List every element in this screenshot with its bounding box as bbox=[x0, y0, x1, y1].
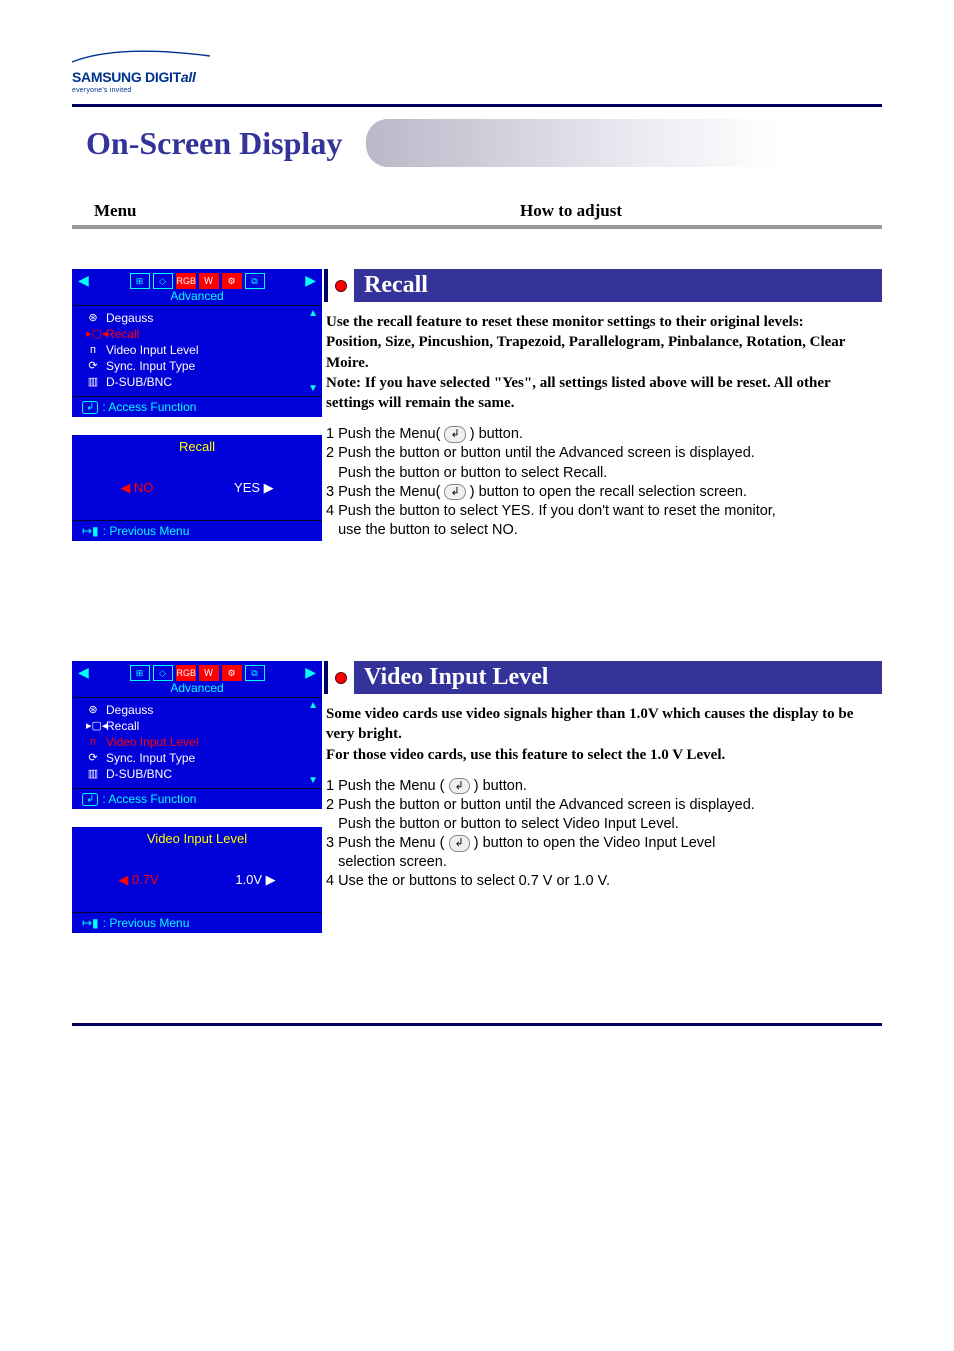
bottom-divider bbox=[72, 1023, 882, 1026]
section-video-input-level: ◀ ⊞ ◇ RGB Ｗ ⚙ ⧉ ▶ Advanced ▲ ⊛Degauss ▸▢ bbox=[72, 661, 882, 933]
osd-item-dsub-bnc: D-SUB/BNC bbox=[106, 766, 172, 782]
degauss-icon: ⊛ bbox=[86, 310, 100, 326]
osd-item-recall: Recall bbox=[106, 718, 139, 734]
degauss-icon: ⊛ bbox=[86, 702, 100, 718]
osd-item-video-input: Video Input Level bbox=[106, 342, 199, 358]
info-icon: ⧉ bbox=[245, 273, 265, 289]
osd-vil-options: ◀ 0.7V 1.0V ▶ bbox=[72, 848, 322, 912]
osd-item-video-input: Video Input Level bbox=[106, 734, 199, 750]
osd-item-degauss: Degauss bbox=[106, 310, 153, 326]
osd-panel-advanced-recall: ◀ ⊞ ◇ RGB Ｗ ⚙ ⧉ ▶ Advanced ▲ ⊛Degauss ▸▢ bbox=[72, 269, 322, 417]
arrow-right-icon: ▶ bbox=[305, 272, 316, 289]
osd-icon-row: ◀ ⊞ ◇ RGB Ｗ ⚙ ⧉ ▶ bbox=[72, 661, 322, 681]
position-icon: ⊞ bbox=[130, 273, 150, 289]
enter-key-icon: ↲ bbox=[82, 793, 98, 806]
vil-description: Some video cards use video signals highe… bbox=[324, 698, 882, 777]
osd-category-label: Advanced bbox=[72, 681, 322, 697]
screen-icon: Ｗ bbox=[199, 273, 219, 289]
bullet-icon bbox=[335, 280, 347, 292]
arrow-right-icon: ▶ bbox=[305, 664, 316, 681]
recall-yes-option: YES ▶ bbox=[234, 480, 274, 496]
advanced-icon: ⚙ bbox=[222, 665, 242, 681]
video-level-icon: ᴨ bbox=[86, 342, 100, 358]
exit-key-icon: ↦▮ bbox=[82, 524, 99, 538]
osd-panel-vil-select: Video Input Level ◀ 0.7V 1.0V ▶ ↦▮ : Pre… bbox=[72, 827, 322, 933]
osd-category-label: Advanced bbox=[72, 289, 322, 305]
bullet-icon bbox=[335, 672, 347, 684]
exit-key-icon: ↦▮ bbox=[82, 916, 99, 930]
column-headers: Menu How to adjust bbox=[72, 197, 882, 229]
brand-logo: SAMSUNG DIGITall everyone's invited bbox=[72, 50, 882, 94]
vil-07v-option: ◀ 0.7V bbox=[118, 872, 158, 888]
size-icon: ◇ bbox=[153, 665, 173, 681]
sync-type-icon: ⟳ bbox=[86, 750, 100, 766]
recall-description: Use the recall feature to reset these mo… bbox=[324, 306, 882, 425]
title-bar: On-Screen Display bbox=[72, 119, 882, 167]
enter-key-icon: ↲ bbox=[449, 778, 470, 795]
osd-footer-prev: ↦▮ : Previous Menu bbox=[72, 912, 322, 933]
osd-item-sync-type: Sync. Input Type bbox=[106, 358, 195, 374]
feature-title: Video Input Level bbox=[354, 661, 882, 694]
recall-no-option: ◀ NO bbox=[120, 480, 153, 496]
enter-key-icon: ↲ bbox=[444, 484, 465, 501]
advanced-icon: ⚙ bbox=[222, 273, 242, 289]
osd-item-degauss: Degauss bbox=[106, 702, 153, 718]
page: SAMSUNG DIGITall everyone's invited On-S… bbox=[0, 0, 954, 1066]
video-level-icon: ᴨ bbox=[86, 734, 100, 750]
top-divider bbox=[72, 104, 882, 107]
page-title: On-Screen Display bbox=[86, 125, 342, 162]
feature-header-recall: Recall bbox=[324, 269, 882, 302]
enter-key-icon: ↲ bbox=[444, 426, 465, 443]
osd-footer-prev: ↦▮ : Previous Menu bbox=[72, 520, 322, 541]
dsub-bnc-icon: ▥ bbox=[86, 766, 100, 782]
osd-item-dsub-bnc: D-SUB/BNC bbox=[106, 374, 172, 390]
osd-menu-list: ▲ ⊛Degauss ▸▢◂Recall ᴨVideo Input Level … bbox=[72, 305, 322, 396]
osd-item-recall: Recall bbox=[106, 326, 139, 342]
osd-item-sync-type: Sync. Input Type bbox=[106, 750, 195, 766]
scroll-down-icon: ▼ bbox=[308, 775, 318, 786]
info-icon: ⧉ bbox=[245, 665, 265, 681]
logo-brand: SAMSUNG DIGITall bbox=[72, 69, 196, 85]
osd-menu-list: ▲ ⊛Degauss ▸▢◂Recall ᴨVideo Input Level … bbox=[72, 697, 322, 788]
section-recall: ◀ ⊞ ◇ RGB Ｗ ⚙ ⧉ ▶ Advanced ▲ ⊛Degauss ▸▢ bbox=[72, 269, 882, 541]
osd-panel-recall-confirm: Recall ◀ NO YES ▶ ↦▮ : Previous Menu bbox=[72, 435, 322, 541]
rgb-icon: RGB bbox=[176, 665, 196, 681]
scroll-up-icon: ▲ bbox=[308, 308, 318, 319]
feature-title: Recall bbox=[354, 269, 882, 302]
sync-type-icon: ⟳ bbox=[86, 358, 100, 374]
screen-icon: Ｗ bbox=[199, 665, 219, 681]
header-menu: Menu bbox=[94, 201, 137, 221]
recall-icon: ▸▢◂ bbox=[86, 718, 100, 734]
feature-header-vil: Video Input Level bbox=[324, 661, 882, 694]
logo-swoosh-icon bbox=[72, 50, 212, 64]
recall-steps: 1Push the Menu( ↲ ) button. 2Push the bu… bbox=[324, 425, 882, 540]
arrow-left-icon: ◀ bbox=[78, 272, 89, 289]
enter-key-icon: ↲ bbox=[449, 835, 470, 852]
osd-footer-access: ↲ : Access Function bbox=[72, 396, 322, 417]
osd-footer-access: ↲ : Access Function bbox=[72, 788, 322, 809]
scroll-up-icon: ▲ bbox=[308, 700, 318, 711]
enter-key-icon: ↲ bbox=[82, 401, 98, 414]
arrow-left-icon: ◀ bbox=[78, 664, 89, 681]
osd-panel-advanced-vil: ◀ ⊞ ◇ RGB Ｗ ⚙ ⧉ ▶ Advanced ▲ ⊛Degauss ▸▢ bbox=[72, 661, 322, 809]
size-icon: ◇ bbox=[153, 273, 173, 289]
vil-steps: 1Push the Menu ( ↲ ) button. 2Push the b… bbox=[324, 777, 882, 892]
osd-recall-options: ◀ NO YES ▶ bbox=[72, 456, 322, 520]
osd-sub-title: Recall bbox=[72, 435, 322, 456]
title-gradient-shape bbox=[366, 119, 882, 167]
osd-icon-row: ◀ ⊞ ◇ RGB Ｗ ⚙ ⧉ ▶ bbox=[72, 269, 322, 289]
rgb-icon: RGB bbox=[176, 273, 196, 289]
logo-tagline: everyone's invited bbox=[72, 87, 882, 94]
position-icon: ⊞ bbox=[130, 665, 150, 681]
scroll-down-icon: ▼ bbox=[308, 383, 318, 394]
recall-icon: ▸▢◂ bbox=[86, 326, 100, 342]
header-how: How to adjust bbox=[520, 201, 622, 221]
vil-10v-option: 1.0V ▶ bbox=[235, 872, 275, 888]
osd-sub-title: Video Input Level bbox=[72, 827, 322, 848]
dsub-bnc-icon: ▥ bbox=[86, 374, 100, 390]
